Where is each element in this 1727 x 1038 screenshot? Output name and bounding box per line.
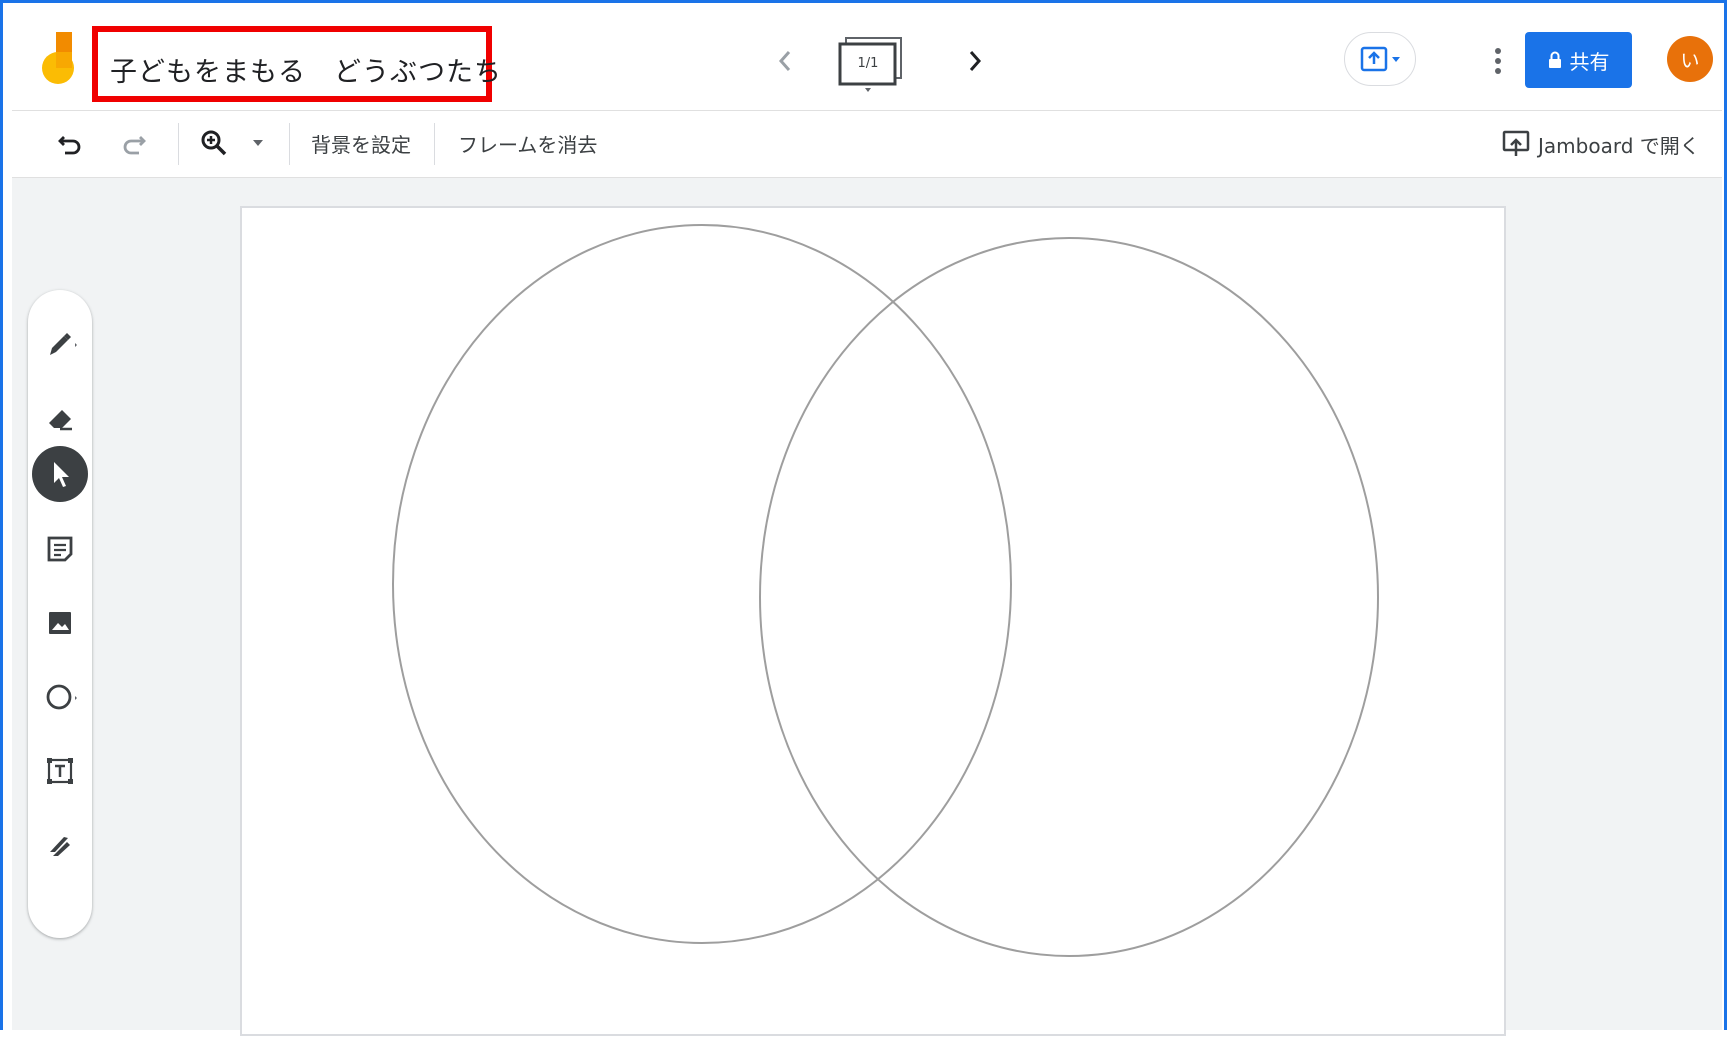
image-icon: [49, 612, 71, 634]
editing-toolbar: 背景を設定 フレームを消去 Jamboard で開く: [12, 111, 1722, 178]
laser-tool[interactable]: [32, 817, 88, 873]
side-toolbar: [28, 290, 92, 938]
canvas-drawing: [392, 224, 1379, 957]
lock-icon: [1548, 51, 1561, 68]
undo-button[interactable]: [54, 127, 86, 159]
right-circle[interactable]: [759, 237, 1379, 957]
sticky-note-icon: [47, 536, 73, 562]
next-frame-button[interactable]: [962, 46, 988, 76]
circle-tool[interactable]: [32, 669, 88, 725]
toolbar-divider: [434, 123, 435, 165]
share-button[interactable]: 共有: [1525, 32, 1632, 88]
caret-down-icon: [253, 140, 263, 146]
share-label: 共有: [1569, 49, 1610, 74]
select-tool[interactable]: [32, 446, 88, 502]
sticky-note-tool[interactable]: [32, 521, 88, 577]
frame-indicator-text: 1/1: [857, 56, 879, 71]
account-avatar[interactable]: い: [1667, 36, 1713, 82]
app-header: 子どもをまもる どうぶつたち 1/1 共有 い: [12, 6, 1722, 111]
left-circle[interactable]: [392, 224, 1012, 944]
toolbar-divider: [289, 123, 290, 165]
workspace-area: [12, 178, 1722, 1036]
jamboard-logo-icon: [42, 32, 82, 92]
eraser-icon: [49, 410, 72, 431]
undo-icon: [58, 136, 81, 155]
text-box-tool[interactable]: [32, 743, 88, 799]
previous-frame-button[interactable]: [772, 46, 798, 76]
zoom-button[interactable]: [198, 127, 230, 159]
open-in-app-icon: [1502, 130, 1530, 156]
title-highlight-box[interactable]: 子どもをまもる どうぶつたち: [92, 26, 501, 102]
pen-tool[interactable]: [32, 316, 88, 372]
circle-icon: [46, 684, 77, 710]
pen-icon: [50, 333, 77, 355]
open-in-jamboard-button[interactable]: Jamboard で開く: [1502, 127, 1700, 161]
present-button[interactable]: [1344, 32, 1416, 86]
document-title[interactable]: 子どもをまもる どうぶつたち: [110, 50, 502, 89]
laser-icon: [50, 837, 70, 856]
add-image-tool[interactable]: [32, 595, 88, 651]
present-to-screen-icon: [1360, 46, 1400, 72]
set-background-button[interactable]: 背景を設定: [311, 129, 411, 158]
frame-indicator-button[interactable]: 1/1: [838, 36, 910, 96]
chevron-right-icon: [969, 51, 982, 71]
clear-frame-button[interactable]: フレームを消去: [458, 129, 597, 158]
jam-canvas[interactable]: [240, 206, 1506, 1036]
redo-icon: [123, 136, 146, 155]
eraser-tool[interactable]: [32, 390, 88, 446]
toolbar-divider: [178, 123, 179, 165]
more-vert-icon: [1495, 48, 1501, 74]
redo-button[interactable]: [118, 127, 150, 159]
zoom-dropdown-button[interactable]: [248, 127, 268, 159]
chevron-left-icon: [778, 51, 791, 71]
zoom-in-icon: [201, 130, 227, 156]
open-in-jamboard-label: Jamboard で開く: [1538, 133, 1700, 158]
cursor-icon: [54, 462, 69, 487]
text-box-icon: [47, 758, 73, 784]
more-options-button[interactable]: [1486, 46, 1510, 76]
